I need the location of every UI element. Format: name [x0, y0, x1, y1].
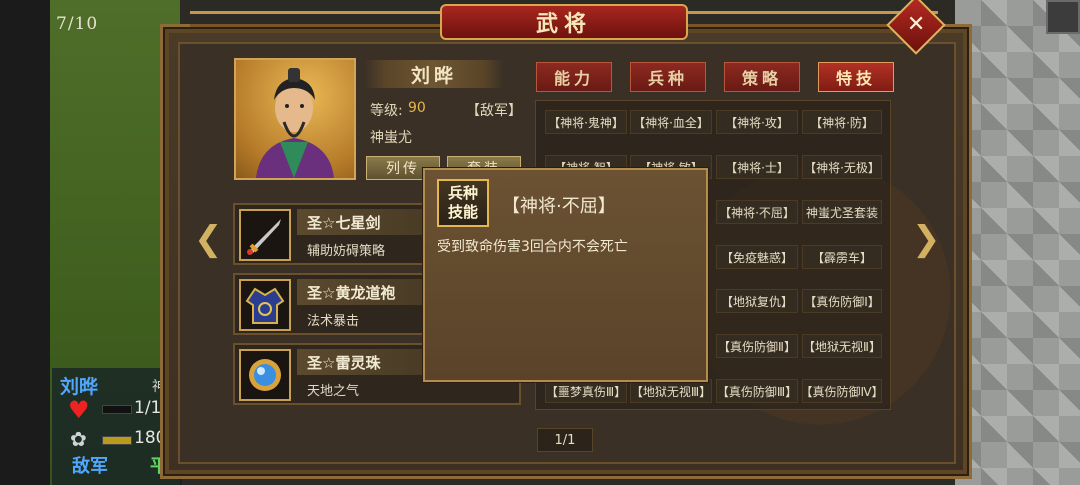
title-ornament-left [190, 11, 440, 27]
skill-item[interactable]: 【免疫魅惑】 [716, 245, 798, 269]
equipment-desc: 法术暴击 [307, 314, 360, 329]
skill-item[interactable]: 【神将·鬼神】 [545, 110, 627, 134]
skill-item[interactable]: 【神将·士】 [716, 155, 798, 179]
level-value: 90 [408, 100, 426, 116]
tab-troop[interactable]: 兵种 [630, 62, 706, 92]
equipment-desc: 天地之气 [307, 384, 360, 399]
equipment-name: 圣☆黄龙道袍 [307, 284, 396, 302]
badge-line-2: 技能 [447, 203, 478, 221]
hp-bar [102, 405, 132, 414]
hero-portrait [234, 58, 356, 180]
skill-item[interactable]: 【神将·攻】 [716, 110, 798, 134]
sword-icon [239, 209, 291, 261]
mp-bar [102, 436, 132, 445]
hero-title: 神蚩尤 [370, 130, 412, 146]
skill-item[interactable]: 【噩梦真伤Ⅲ】 [545, 379, 627, 403]
level-label: 等级: [370, 103, 403, 119]
page-indicator: 1/1 [537, 428, 593, 452]
skill-item[interactable]: 【神将·无极】 [802, 155, 882, 179]
hud-unit-name: 刘晔 [60, 376, 99, 398]
skill-item[interactable]: 【地狱无视Ⅱ】 [802, 334, 882, 358]
tooltip-title: 【神将·不屈】 [502, 196, 616, 217]
equipment-name: 圣☆七星剑 [307, 214, 381, 232]
skill-item[interactable]: 【神将·不屈】 [716, 200, 798, 224]
feather-icon: ✿ [70, 427, 87, 451]
tab-ability[interactable]: 能力 [536, 62, 612, 92]
minimap-button[interactable] [1046, 0, 1080, 34]
troop-skill-badge: 兵种 技能 [437, 179, 489, 227]
hero-name: 刘晔 [364, 60, 504, 88]
prev-hero-arrow-icon[interactable]: ❮ [194, 222, 223, 256]
hud-side: 敌军 [72, 456, 108, 477]
map-stone-floor [955, 0, 1080, 485]
skill-item[interactable]: 【真伤防御Ⅳ】 [800, 379, 884, 403]
game-screen: { "map": {"turn": "7/10"}, "hud": { "nam… [0, 0, 1080, 485]
badge-line-1: 兵种 [447, 184, 478, 202]
skill-item[interactable]: 【神将·血全】 [630, 110, 712, 134]
skill-item[interactable]: 【霹雳车】 [802, 245, 882, 269]
skill-item[interactable]: 【地狱复仇】 [716, 289, 798, 313]
orb-icon [239, 349, 291, 401]
skill-item[interactable]: 【真伤防御Ⅲ】 [716, 379, 798, 403]
next-hero-arrow-icon[interactable]: ❯ [912, 222, 941, 256]
faction-label: 【敌军】 [466, 103, 522, 119]
turn-counter: 7/10 [56, 14, 99, 34]
heart-icon: ♥ [68, 396, 90, 424]
skill-item[interactable]: 【真伤防御Ⅱ】 [716, 334, 798, 358]
tab-special-skill[interactable]: 特技 [818, 62, 894, 92]
close-icon: ✕ [906, 12, 926, 37]
equipment-name: 圣☆雷灵珠 [307, 354, 381, 372]
skill-item[interactable]: 神蚩尤圣套装 [802, 200, 882, 224]
tab-strategy[interactable]: 策略 [724, 62, 800, 92]
skill-item[interactable]: 【真伤防御Ⅰ】 [802, 289, 882, 313]
robe-icon [239, 279, 291, 331]
skill-item[interactable]: 【神将·防】 [802, 110, 882, 134]
panel-title: 武将 [440, 4, 688, 40]
equipment-desc: 辅助妨碍策略 [307, 244, 386, 259]
skill-item[interactable]: 【地狱无视Ⅲ】 [630, 379, 712, 403]
tooltip-description: 受到致命伤害3回合内不会死亡 [437, 239, 628, 255]
